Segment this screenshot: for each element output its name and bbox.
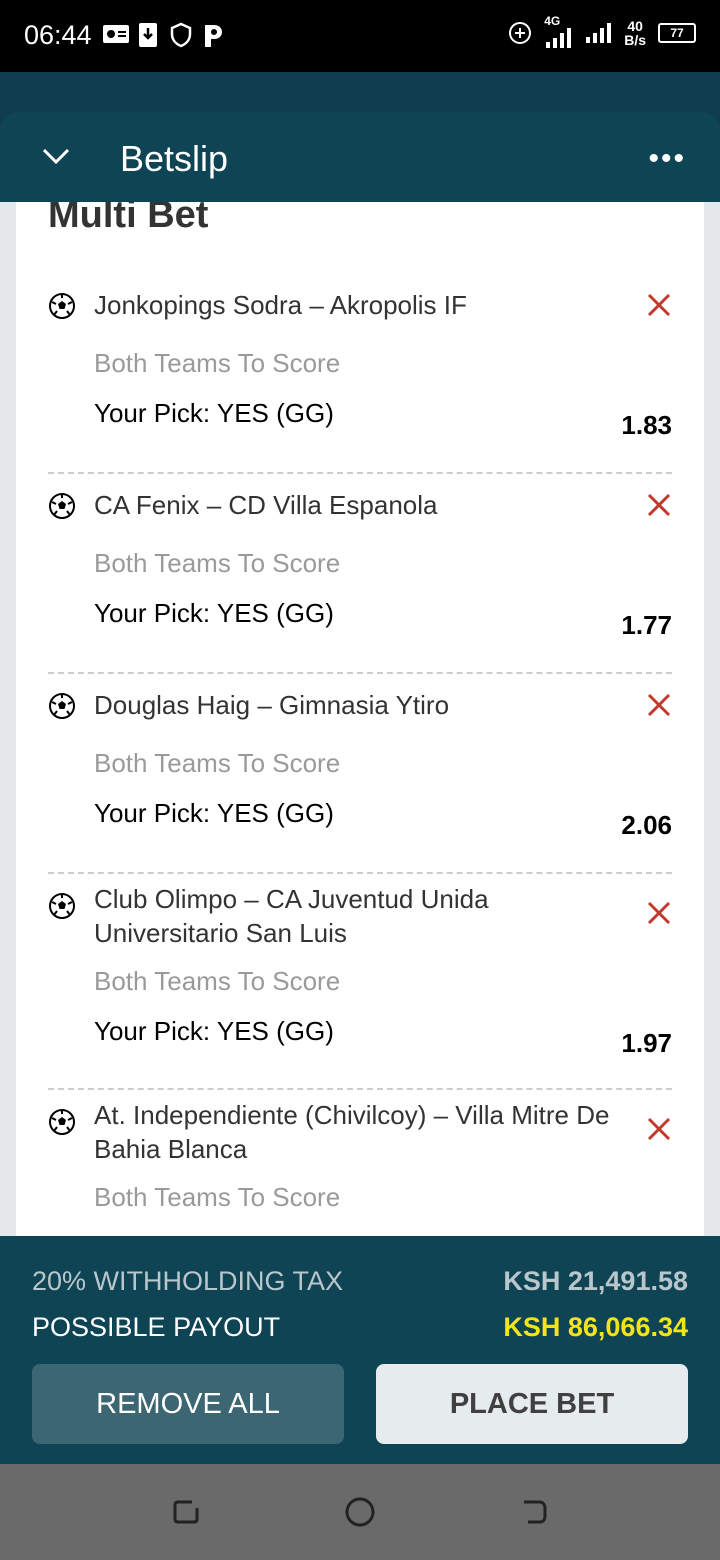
tax-label: 20% WITHHOLDING TAX <box>32 1266 344 1296</box>
your-pick: Your Pick: YES (GG) <box>94 398 334 428</box>
betslip-header: Betslip ••• <box>0 112 720 202</box>
soccer-ball-icon <box>49 693 75 719</box>
your-pick: Your Pick: YES (GG) <box>94 1016 334 1046</box>
payout-label: POSSIBLE PAYOUT <box>32 1312 281 1342</box>
bet-item: Jonkopings Sodra – Akropolis IF Both Tea… <box>48 288 672 468</box>
status-right: 4G 40 B/s 77 <box>508 14 696 50</box>
shield-icon <box>170 22 192 48</box>
match-name: Jonkopings Sodra – Akropolis IF <box>94 290 467 320</box>
odds-value: 1.77 <box>621 610 672 640</box>
odds-value: 1.83 <box>621 410 672 440</box>
betslip-footer: 20% WITHHOLDING TAX KSH 21,491.58 POSSIB… <box>0 1236 720 1464</box>
battery-icon: 77 <box>658 23 696 43</box>
market-name: Both Teams To Score <box>94 748 341 778</box>
bet-item: At. Independiente (Chivilcoy) – Villa Mi… <box>48 1098 672 1236</box>
download-icon <box>139 23 157 47</box>
remove-bet-icon[interactable] <box>646 900 672 926</box>
market-name: Both Teams To Score <box>94 1182 341 1212</box>
your-pick: Your Pick: YES (GG) <box>94 798 334 828</box>
soccer-ball-icon <box>49 293 75 319</box>
tax-value: KSH 21,491.58 <box>503 1266 688 1296</box>
system-nav-bar <box>0 1464 720 1560</box>
payout-value: KSH 86,066.34 <box>503 1312 688 1342</box>
signal-4g: 4G <box>544 14 574 50</box>
bet-item: CA Fenix – CD Villa Espanola Both Teams … <box>48 488 672 668</box>
signal-icon <box>546 28 572 48</box>
divider <box>48 1088 672 1090</box>
place-bet-button[interactable]: PLACE BET <box>376 1364 688 1444</box>
remove-all-button[interactable]: REMOVE ALL <box>32 1364 344 1444</box>
bet-item: Douglas Haig – Gimnasia Ytiro Both Teams… <box>48 688 672 868</box>
recent-apps-icon[interactable] <box>170 1496 202 1528</box>
home-icon[interactable] <box>344 1496 376 1528</box>
match-name: Club Olimpo – CA Juventud Unida Universi… <box>94 884 489 948</box>
divider <box>48 472 672 474</box>
bets-card: Multi Bet Jonkopings Sodra – Akropolis I… <box>16 202 704 1236</box>
betslip-content[interactable]: Multi Bet Jonkopings Sodra – Akropolis I… <box>0 202 720 1236</box>
data-saver-icon <box>509 22 532 44</box>
divider <box>48 872 672 874</box>
market-name: Both Teams To Score <box>94 548 341 578</box>
more-options-button[interactable]: ••• <box>648 142 686 176</box>
p-app-icon <box>205 25 222 47</box>
signal-icon <box>586 23 612 43</box>
your-pick: Your Pick: YES (GG) <box>94 598 334 628</box>
market-name: Both Teams To Score <box>94 966 341 996</box>
soccer-ball-icon <box>49 1109 75 1135</box>
match-name: Douglas Haig – Gimnasia Ytiro <box>94 690 450 720</box>
remove-bet-icon[interactable] <box>646 292 672 318</box>
match-name: CA Fenix – CD Villa Espanola <box>94 490 438 520</box>
network-speed: 40 B/s <box>624 18 646 48</box>
remove-bet-icon[interactable] <box>646 492 672 518</box>
remove-bet-icon[interactable] <box>646 692 672 718</box>
soccer-ball-icon <box>49 893 75 919</box>
clock: 06:44 <box>24 20 92 50</box>
odds-value: 2.06 <box>621 810 672 840</box>
network-type: 4G <box>544 14 561 28</box>
betslip-title: Betslip <box>120 138 229 179</box>
remove-bet-icon[interactable] <box>646 1116 672 1142</box>
back-icon[interactable] <box>518 1496 550 1528</box>
market-name: Both Teams To Score <box>94 348 341 378</box>
soccer-ball-icon <box>49 493 75 519</box>
odds-value: 1.97 <box>621 1028 672 1058</box>
sim-card-icon <box>103 25 129 43</box>
section-title: Multi Bet <box>48 202 209 236</box>
divider <box>48 672 672 674</box>
status-bar: 06:44 4G 40 B/s 77 <box>0 0 720 72</box>
chevron-down-icon[interactable] <box>40 140 72 172</box>
bet-item: Club Olimpo – CA Juventud Unida Universi… <box>48 882 672 1082</box>
match-name: At. Independiente (Chivilcoy) – Villa Mi… <box>94 1100 610 1164</box>
